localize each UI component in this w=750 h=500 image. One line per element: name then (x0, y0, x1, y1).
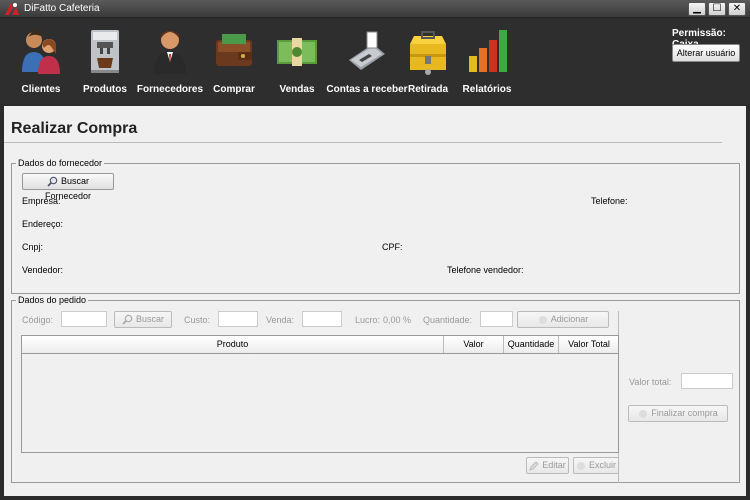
finalizar-compra-label: Finalizar compra (651, 408, 718, 418)
title-bar: DiFatto Cafeteria ▁ ☐ ✕ (0, 0, 750, 18)
wallet-icon (216, 34, 252, 66)
circle-icon (538, 315, 547, 324)
venda-label: Venda: (266, 315, 295, 325)
custo-label: Custo: (184, 315, 211, 325)
col-produto[interactable]: Produto (22, 336, 444, 353)
circle-icon (639, 409, 648, 418)
window-title: DiFatto Cafeteria (24, 3, 100, 14)
maximize-button[interactable]: ☐ (708, 2, 726, 16)
codigo-label: Código: (22, 315, 54, 325)
lucro-label: Lucro: (355, 315, 381, 325)
buscar-button[interactable]: Buscar (114, 311, 172, 328)
adicionar-button[interactable]: Adicionar (517, 311, 609, 328)
col-valor[interactable]: Valor (444, 336, 504, 353)
buscar-label: Buscar (135, 314, 164, 324)
excluir-label: Excluir (588, 460, 616, 470)
toolbar-label-relatorios: Relatórios (462, 84, 512, 95)
products-table[interactable]: Produto Valor Quantidade Valor Total (21, 335, 619, 453)
telefone-vendedor-label: Telefone vendedor: (447, 265, 524, 275)
toolbar-label-fornecedores: Fornecedores (136, 84, 204, 95)
telefone-label: Telefone: (591, 196, 628, 206)
toolbar-item-clientes[interactable]: Clientes (4, 18, 78, 102)
bar-chart-icon (469, 30, 507, 72)
cnpj-label: Cnpj: (22, 242, 44, 252)
supplier-group: Dados do fornecedor Buscar Fornecedor Em… (11, 158, 740, 294)
finalizar-compra-button[interactable]: Finalizar compra (628, 405, 728, 422)
money-icon (277, 38, 317, 66)
pencil-icon (529, 460, 539, 471)
quantidade-input[interactable] (480, 311, 513, 327)
supplier-icon (154, 31, 186, 74)
coffee-machine-icon (91, 30, 119, 73)
venda-input[interactable] (302, 311, 342, 327)
supplier-legend: Dados do fornecedor (16, 158, 105, 168)
toolbar-item-vendas[interactable]: Vendas (260, 18, 334, 102)
cpf-label: CPF: (382, 242, 403, 252)
toolbar-item-produtos[interactable]: Produtos (68, 18, 142, 102)
col-quantidade[interactable]: Quantidade (504, 336, 559, 353)
custo-input[interactable] (218, 311, 258, 327)
lucro-value: 0,00 (383, 315, 401, 325)
toolbar-item-relatorios[interactable]: Relatórios (450, 18, 524, 102)
close-button[interactable]: ✕ (728, 2, 746, 16)
app-logo-icon (5, 3, 19, 15)
editar-button[interactable]: Editar (526, 457, 569, 474)
clients-icon (22, 30, 60, 74)
card-terminal-icon (349, 31, 385, 70)
vendedor-label: Vendedor: (22, 265, 64, 275)
page-title: Realizar Compra (11, 120, 138, 137)
col-valor-total[interactable]: Valor Total (559, 336, 619, 353)
adicionar-label: Adicionar (550, 314, 589, 324)
lucro-unit: % (403, 315, 412, 325)
endereco-label: Endereço: (22, 219, 64, 229)
cash-box-icon (410, 31, 446, 75)
quantidade-label: Quantidade: (423, 315, 473, 325)
table-header: Produto Valor Quantidade Valor Total (22, 336, 618, 354)
excluir-button[interactable]: Excluir (573, 457, 619, 474)
toolbar-item-fornecedores[interactable]: Fornecedores (133, 18, 207, 102)
main-toolbar: Clientes Produtos Fornecedores Comprar V… (0, 18, 750, 104)
codigo-input[interactable] (61, 311, 107, 327)
title-divider (4, 142, 722, 143)
change-user-button[interactable]: Alterar usuário (672, 44, 740, 62)
toolbar-label-vendas: Vendas (279, 84, 315, 95)
order-legend: Dados do pedido (16, 295, 89, 305)
search-icon (122, 314, 133, 325)
search-supplier-button[interactable]: Buscar Fornecedor (22, 173, 114, 201)
editar-label: Editar (542, 460, 566, 470)
minimize-button[interactable]: ▁ (688, 2, 706, 16)
toolbar-label-produtos: Produtos (83, 84, 127, 95)
search-icon (47, 176, 58, 187)
empresa-label: Empresa: (22, 196, 61, 206)
toolbar-label-clientes: Clientes (21, 84, 61, 95)
valor-total-label: Valor total: (629, 377, 672, 387)
valor-total-input[interactable] (681, 373, 733, 389)
main-panel: Realizar Compra Dados do fornecedor Busc… (4, 106, 746, 496)
circle-icon (576, 461, 585, 470)
